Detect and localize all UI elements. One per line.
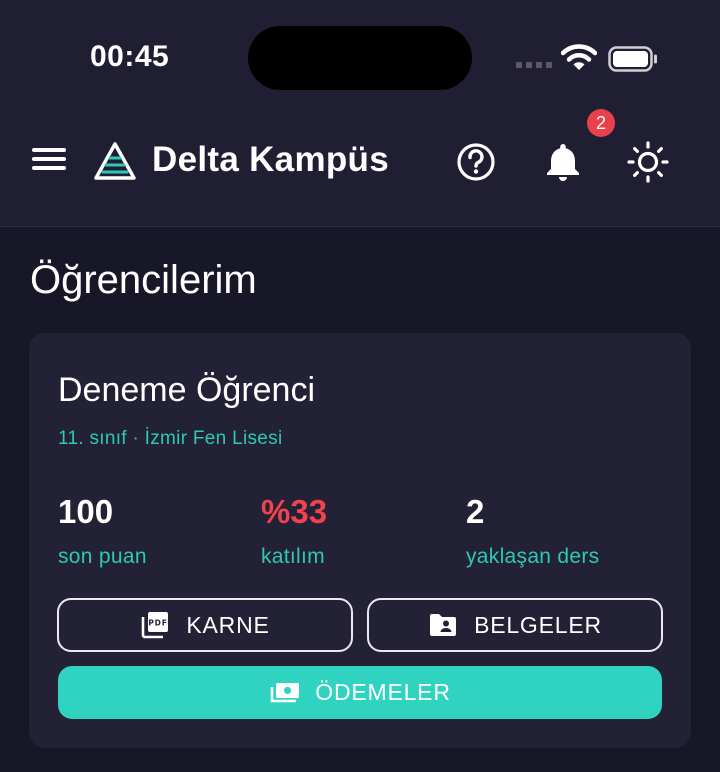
stat-label: son puan (58, 545, 147, 568)
app-title: Delta Kampüs (152, 140, 389, 179)
payments-icon (269, 681, 301, 705)
stat-label: yaklaşan ders (466, 545, 600, 568)
page-title: Öğrencilerim (30, 258, 257, 302)
status-time: 00:45 (90, 40, 170, 73)
cellular-signal-icon (516, 62, 552, 68)
odemeler-button[interactable]: ÖDEMELER (58, 666, 662, 719)
delta-logo-icon (94, 142, 136, 180)
menu-icon (32, 148, 66, 152)
odemeler-label: ÖDEMELER (315, 679, 451, 705)
belgeler-button[interactable]: BELGELER (367, 598, 663, 652)
student-meta: 11. sınıf · İzmir Fen Lisesi (58, 428, 283, 449)
student-card[interactable]: Deneme Öğrenci 11. sınıf · İzmir Fen Lis… (29, 333, 691, 748)
stat-attendance: %33 katılım (261, 493, 327, 569)
stat-upcoming-lessons: 2 yaklaşan ders (466, 493, 599, 569)
stat-score: 100 son puan (58, 493, 147, 569)
svg-text:PDF: PDF (149, 619, 168, 628)
stat-value: 100 (58, 493, 114, 530)
notification-badge: 2 (587, 109, 615, 137)
stat-value: 2 (466, 493, 485, 530)
karne-label: KARNE (186, 611, 270, 638)
student-name: Deneme Öğrenci (58, 371, 316, 409)
karne-button[interactable]: PDF KARNE (57, 598, 353, 652)
app-header: 00:45 Delta Kampüs 2 (0, 0, 720, 227)
wifi-icon (561, 44, 597, 70)
pdf-icon: PDF (140, 610, 170, 640)
stat-label: katılım (261, 545, 325, 568)
battery-icon (608, 46, 657, 72)
folder-shared-icon (428, 612, 458, 638)
menu-button[interactable] (32, 148, 66, 174)
bell-icon[interactable] (544, 141, 582, 183)
help-icon[interactable] (455, 141, 497, 183)
belgeler-label: BELGELER (474, 611, 602, 638)
sun-icon[interactable] (626, 140, 670, 184)
dynamic-island (248, 26, 472, 90)
stat-value: %33 (261, 493, 328, 530)
